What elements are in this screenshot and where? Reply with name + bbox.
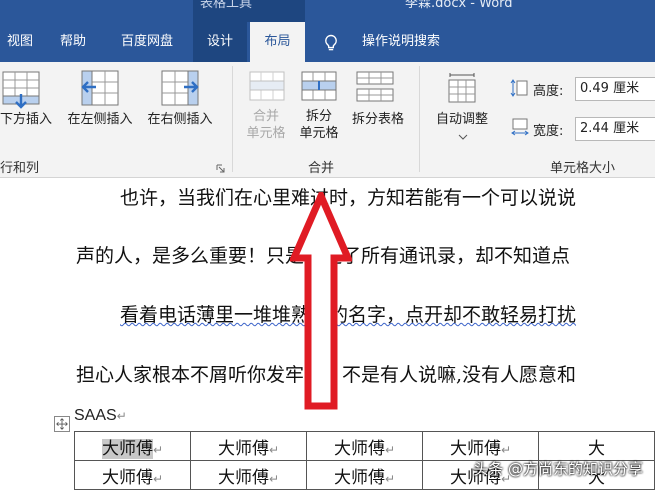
split-cells-icon bbox=[301, 71, 337, 101]
autofit-button[interactable]: 自动调整 bbox=[429, 111, 495, 128]
column-width-icon bbox=[511, 118, 529, 136]
table-cell[interactable]: 大师傅↵ bbox=[306, 431, 423, 461]
dialog-launcher-icon[interactable] bbox=[216, 164, 225, 173]
height-label: 高度: bbox=[533, 84, 564, 99]
split-cells-button[interactable]: 拆分 单元格 bbox=[293, 108, 345, 142]
tab-design[interactable]: 设计 bbox=[193, 22, 247, 62]
lightbulb-icon bbox=[325, 34, 337, 51]
table-cell[interactable]: 大师傅↵ bbox=[74, 460, 191, 490]
split-cells-label-line2: 单元格 bbox=[299, 126, 339, 141]
merge-cells-button[interactable]: 合并 单元格 bbox=[240, 108, 292, 142]
chevron-down-icon[interactable] bbox=[458, 134, 468, 140]
table-cell[interactable]: 大 bbox=[538, 431, 655, 461]
table-move-handle-icon[interactable] bbox=[54, 416, 70, 432]
merge-cells-label-line2: 单元格 bbox=[246, 126, 286, 141]
tab-layout[interactable]: 布局 bbox=[250, 22, 305, 62]
merge-cells-icon bbox=[249, 71, 285, 101]
ribbon-tab-bar: 视图 帮助 百度网盘 设计 布局 操作说明搜索 bbox=[0, 22, 655, 62]
tab-view[interactable]: 视图 bbox=[0, 22, 40, 62]
row-height-icon bbox=[510, 79, 528, 97]
saas-heading: SAAS↵ bbox=[74, 407, 127, 425]
watermark: 头条 @方尚东的知识分享 bbox=[473, 460, 643, 478]
saas-text: SAAS bbox=[74, 407, 117, 424]
insert-left-icon bbox=[81, 70, 119, 106]
table-cell[interactable]: 大师傅↵ bbox=[190, 460, 307, 490]
table-cell[interactable]: 大师傅↵ bbox=[190, 431, 307, 461]
insert-below-button[interactable]: 下方插入 bbox=[0, 111, 60, 128]
width-label: 宽度: bbox=[533, 124, 564, 139]
tell-me-search[interactable]: 操作说明搜索 bbox=[346, 22, 456, 62]
ribbon-layout-panel: 下方插入 在左侧插入 在右侧插入 行和列 合并 单元格 拆分 单元格 拆分表格 … bbox=[0, 62, 655, 178]
group-separator bbox=[419, 66, 420, 172]
width-field[interactable]: 2.44 厘米 bbox=[575, 117, 655, 141]
split-table-button[interactable]: 拆分表格 bbox=[345, 111, 411, 128]
group-separator bbox=[232, 66, 233, 172]
title-bar: 表格工具 李霖.docx - Word bbox=[0, 0, 655, 22]
document-title: 李霖.docx - Word bbox=[405, 0, 513, 11]
merge-cells-label-line1: 合并 bbox=[252, 109, 279, 124]
group-label-merge: 合并 bbox=[308, 161, 335, 176]
insert-below-icon bbox=[2, 71, 40, 109]
group-label-rows-columns: 行和列 bbox=[0, 161, 40, 176]
split-table-icon bbox=[356, 71, 394, 102]
paragraph-mark-icon: ↵ bbox=[116, 409, 127, 423]
insert-right-icon bbox=[161, 70, 199, 106]
tab-baidu-netdisk[interactable]: 百度网盘 bbox=[106, 22, 188, 62]
insert-left-button[interactable]: 在左侧插入 bbox=[62, 111, 138, 128]
group-label-cell-size: 单元格大小 bbox=[550, 161, 616, 176]
table-cell[interactable]: 大师傅↵ bbox=[422, 431, 539, 461]
insert-right-button[interactable]: 在右侧插入 bbox=[141, 111, 219, 128]
split-cells-label-line1: 拆分 bbox=[305, 109, 332, 124]
height-field[interactable]: 0.49 厘米 bbox=[575, 77, 655, 101]
table-tools-label: 表格工具 bbox=[200, 0, 253, 11]
table-row: 大师傅↵ 大师傅↵ 大师傅↵ 大师傅↵ 大 bbox=[74, 431, 655, 461]
red-arrow-annotation-icon bbox=[290, 192, 352, 410]
table-cell[interactable]: 大师傅↵ bbox=[306, 460, 423, 490]
tab-help[interactable]: 帮助 bbox=[48, 22, 98, 62]
table-cell[interactable]: 大师傅↵ bbox=[74, 431, 191, 461]
autofit-icon bbox=[448, 73, 476, 103]
